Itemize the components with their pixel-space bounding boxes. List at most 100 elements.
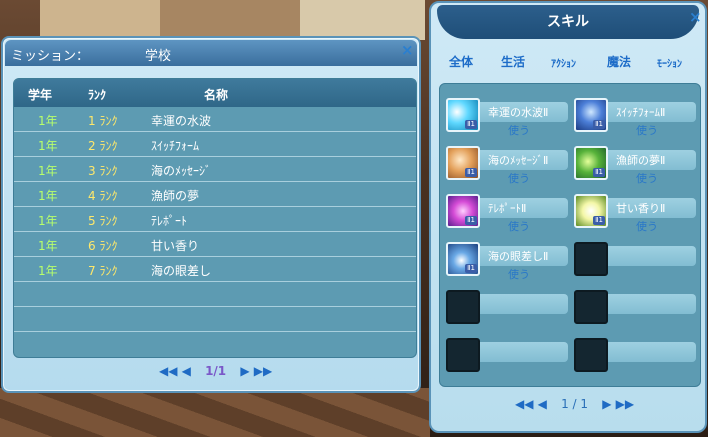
last-page-button[interactable]: ▶▶	[254, 364, 272, 378]
skill-slot[interactable]: Ⅱ1 海のﾒｯｾｰｼﾞⅡ 使う	[446, 146, 568, 186]
row-year: 1年	[38, 164, 58, 178]
table-row-empty	[14, 307, 416, 332]
skill-slot-empty[interactable]	[446, 338, 568, 378]
row-rank: 4 ﾗﾝｸ	[88, 189, 118, 203]
empty-slot-icon[interactable]	[574, 242, 608, 276]
skill-name: 海の眼差しⅡ	[488, 250, 549, 263]
prev-page-button[interactable]: ◀	[182, 364, 191, 378]
column-header-rank: ﾗﾝｸ	[88, 88, 107, 102]
next-page-button[interactable]: ▶	[602, 397, 611, 411]
skill-name: 漁師の夢Ⅱ	[616, 154, 666, 167]
skill-pager: ◀◀ ◀ 1 / 1 ▶ ▶▶	[515, 397, 634, 411]
use-skill-button[interactable]: 使う	[508, 218, 530, 234]
use-skill-button[interactable]: 使う	[636, 218, 658, 234]
skill-title: スキル	[547, 14, 589, 30]
empty-slot-icon[interactable]	[574, 338, 608, 372]
table-row-empty	[14, 332, 416, 357]
building-wall	[300, 0, 425, 40]
first-page-button[interactable]: ◀◀	[159, 364, 177, 378]
switch-form-icon[interactable]: Ⅱ1	[574, 98, 608, 132]
use-skill-button[interactable]: 使う	[508, 170, 530, 186]
skill-slot[interactable]: Ⅱ1 漁師の夢Ⅱ 使う	[574, 146, 696, 186]
row-year: 1年	[38, 189, 58, 203]
sweet-scent-icon[interactable]: Ⅱ1	[574, 194, 608, 228]
prev-page-button[interactable]: ◀	[538, 397, 547, 411]
row-rank: 6 ﾗﾝｸ	[88, 239, 118, 253]
mission-titlebar[interactable]: ミッション： 学校	[5, 40, 417, 66]
tab-magic[interactable]: 魔法	[607, 53, 631, 70]
column-header-year: 学年	[28, 88, 53, 102]
row-name: ｽｲｯﾁﾌｫｰﾑ	[151, 139, 200, 153]
row-rank: 7 ﾗﾝｸ	[88, 264, 118, 278]
skill-grid: Ⅱ1 幸運の水波Ⅱ 使う Ⅱ1 ｽｲｯﾁﾌｫｰﾑⅡ 使う Ⅱ1 海のﾒｯｾｰｼﾞ…	[439, 83, 701, 387]
last-page-button[interactable]: ▶▶	[616, 397, 634, 411]
skill-slot[interactable]: Ⅱ1 ｽｲｯﾁﾌｫｰﾑⅡ 使う	[574, 98, 696, 138]
first-page-button[interactable]: ◀◀	[515, 397, 533, 411]
skill-slot-empty[interactable]	[574, 338, 696, 378]
skill-level-badge: Ⅱ1	[593, 120, 605, 129]
skill-slot-bar	[594, 342, 696, 362]
tab-all[interactable]: 全体	[449, 53, 473, 70]
fisherman-dream-icon[interactable]: Ⅱ1	[574, 146, 608, 180]
use-skill-button[interactable]: 使う	[636, 122, 658, 138]
tab-motion[interactable]: ﾓｰｼｮﾝ	[657, 55, 682, 70]
sea-gaze-icon[interactable]: Ⅱ1	[446, 242, 480, 276]
mission-pager: ◀◀ ◀ 1/1 ▶ ▶▶	[159, 364, 272, 378]
skill-window: スキル × 全体 生活 ｱｸｼｮﾝ 魔法 ﾓｰｼｮﾝ Ⅱ1 幸運の水波Ⅱ 使う …	[429, 1, 707, 433]
table-row[interactable]: 1年 4 ﾗﾝｸ 漁師の夢	[14, 182, 416, 207]
skill-titlebar[interactable]: スキル	[437, 5, 699, 39]
skill-name: ｽｲｯﾁﾌｫｰﾑⅡ	[616, 106, 666, 119]
empty-slot-icon[interactable]	[446, 338, 480, 372]
skill-slot-empty[interactable]	[574, 242, 696, 282]
building-wall	[160, 0, 300, 40]
row-rank: 3 ﾗﾝｸ	[88, 164, 118, 178]
floor-tiles	[0, 388, 430, 437]
table-row[interactable]: 1年 2 ﾗﾝｸ ｽｲｯﾁﾌｫｰﾑ	[14, 132, 416, 157]
skill-slot[interactable]: Ⅱ1 幸運の水波Ⅱ 使う	[446, 98, 568, 138]
skill-slot[interactable]: Ⅱ1 ﾃﾚﾎﾟｰﾄⅡ 使う	[446, 194, 568, 234]
row-year: 1年	[38, 114, 58, 128]
row-rank: 5 ﾗﾝｸ	[88, 214, 118, 228]
next-page-button[interactable]: ▶	[240, 364, 249, 378]
mission-title-label: ミッション：	[11, 49, 90, 64]
table-row[interactable]: 1年 1 ﾗﾝｸ 幸運の水波	[14, 107, 416, 132]
skill-level-badge: Ⅱ1	[465, 120, 477, 129]
skill-slot-empty[interactable]	[446, 290, 568, 330]
empty-slot-icon[interactable]	[446, 290, 480, 324]
skill-slot-bar	[466, 342, 568, 362]
row-name: 漁師の夢	[151, 189, 200, 203]
skill-level-badge: Ⅱ1	[465, 216, 477, 225]
use-skill-button[interactable]: 使う	[636, 170, 658, 186]
skill-slot-bar	[594, 294, 696, 314]
skill-level-badge: Ⅱ1	[593, 168, 605, 177]
row-name: 甘い香り	[151, 239, 200, 253]
table-row[interactable]: 1年 6 ﾗﾝｸ 甘い香り	[14, 232, 416, 257]
tab-life[interactable]: 生活	[501, 53, 525, 70]
teleport-icon[interactable]: Ⅱ1	[446, 194, 480, 228]
mission-table: 学年 ﾗﾝｸ 名称 1年 1 ﾗﾝｸ 幸運の水波 1年 2 ﾗﾝｸ ｽｲｯﾁﾌｫ…	[13, 78, 417, 358]
row-rank: 2 ﾗﾝｸ	[88, 139, 118, 153]
column-header-name: 名称	[204, 88, 229, 102]
water-wave-icon[interactable]: Ⅱ1	[446, 98, 480, 132]
row-year: 1年	[38, 264, 58, 278]
table-row[interactable]: 1年 3 ﾗﾝｸ 海のﾒｯｾｰｼﾞ	[14, 157, 416, 182]
use-skill-button[interactable]: 使う	[508, 266, 530, 282]
table-row[interactable]: 1年 7 ﾗﾝｸ 海の眼差し	[14, 257, 416, 282]
row-name: 海のﾒｯｾｰｼﾞ	[151, 164, 212, 178]
skill-slot-empty[interactable]	[574, 290, 696, 330]
skill-slot[interactable]: Ⅱ1 海の眼差しⅡ 使う	[446, 242, 568, 282]
skill-close-icon[interactable]: ×	[689, 9, 702, 25]
mission-close-icon[interactable]: ×	[401, 42, 414, 58]
table-row[interactable]: 1年 5 ﾗﾝｸ ﾃﾚﾎﾟｰﾄ	[14, 207, 416, 232]
row-year: 1年	[38, 139, 58, 153]
skill-name: 幸運の水波Ⅱ	[488, 106, 549, 119]
row-year: 1年	[38, 239, 58, 253]
tab-action[interactable]: ｱｸｼｮﾝ	[551, 55, 576, 70]
empty-slot-icon[interactable]	[574, 290, 608, 324]
skill-slot-bar	[594, 246, 696, 266]
skill-slot[interactable]: Ⅱ1 甘い香りⅡ 使う	[574, 194, 696, 234]
use-skill-button[interactable]: 使う	[508, 122, 530, 138]
page-indicator: 1 / 1	[561, 397, 589, 411]
sea-message-icon[interactable]: Ⅱ1	[446, 146, 480, 180]
skill-level-badge: Ⅱ1	[465, 264, 477, 273]
